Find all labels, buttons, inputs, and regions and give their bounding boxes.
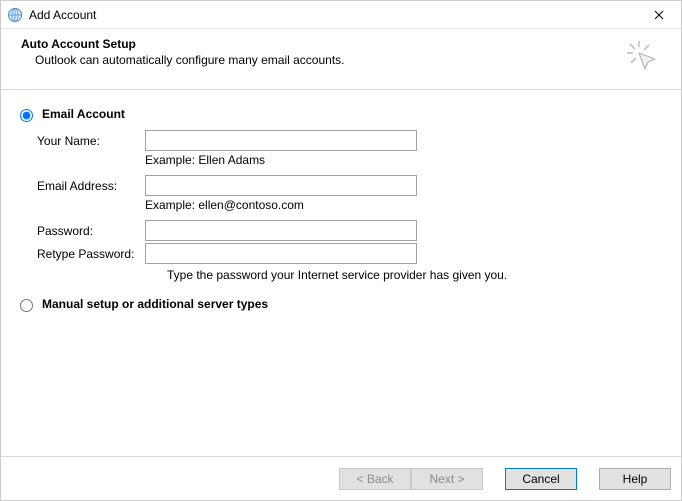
back-button[interactable]: < Back	[339, 468, 411, 490]
wizard-body: Email Account Your Name: Example: Ellen …	[1, 90, 681, 456]
next-button[interactable]: Next >	[411, 468, 483, 490]
your-name-input[interactable]	[145, 130, 417, 151]
wizard-header: Auto Account Setup Outlook can automatic…	[1, 29, 681, 90]
email-address-input[interactable]	[145, 175, 417, 196]
password-label: Password:	[37, 224, 145, 238]
radio-email-account-label[interactable]: Email Account	[42, 107, 125, 121]
radio-email-account[interactable]	[20, 109, 33, 122]
cancel-button[interactable]: Cancel	[505, 468, 577, 490]
window-title: Add Account	[29, 8, 96, 22]
wizard-footer: < Back Next > Cancel Help	[1, 456, 681, 500]
retype-password-label: Retype Password:	[37, 247, 145, 261]
email-address-hint: Example: ellen@contoso.com	[145, 198, 304, 212]
retype-password-input[interactable]	[145, 243, 417, 264]
radio-manual-setup[interactable]	[20, 299, 33, 312]
close-icon	[654, 10, 664, 20]
your-name-hint: Example: Ellen Adams	[145, 153, 265, 167]
header-subtitle: Outlook can automatically configure many…	[35, 53, 623, 67]
password-input[interactable]	[145, 220, 417, 241]
titlebar: Add Account	[1, 1, 681, 29]
password-hint: Type the password your Internet service …	[167, 268, 661, 282]
app-globe-icon	[7, 7, 23, 23]
help-button[interactable]: Help	[599, 468, 671, 490]
your-name-label: Your Name:	[37, 134, 145, 148]
radio-manual-setup-row: Manual setup or additional server types	[15, 296, 661, 312]
email-address-label: Email Address:	[37, 179, 145, 193]
header-title: Auto Account Setup	[21, 37, 623, 51]
email-account-form: Your Name: Example: Ellen Adams Email Ad…	[37, 130, 661, 282]
radio-email-account-row: Email Account	[15, 106, 661, 122]
radio-manual-setup-label[interactable]: Manual setup or additional server types	[42, 297, 268, 311]
cursor-click-icon	[623, 37, 661, 75]
close-button[interactable]	[637, 1, 681, 28]
